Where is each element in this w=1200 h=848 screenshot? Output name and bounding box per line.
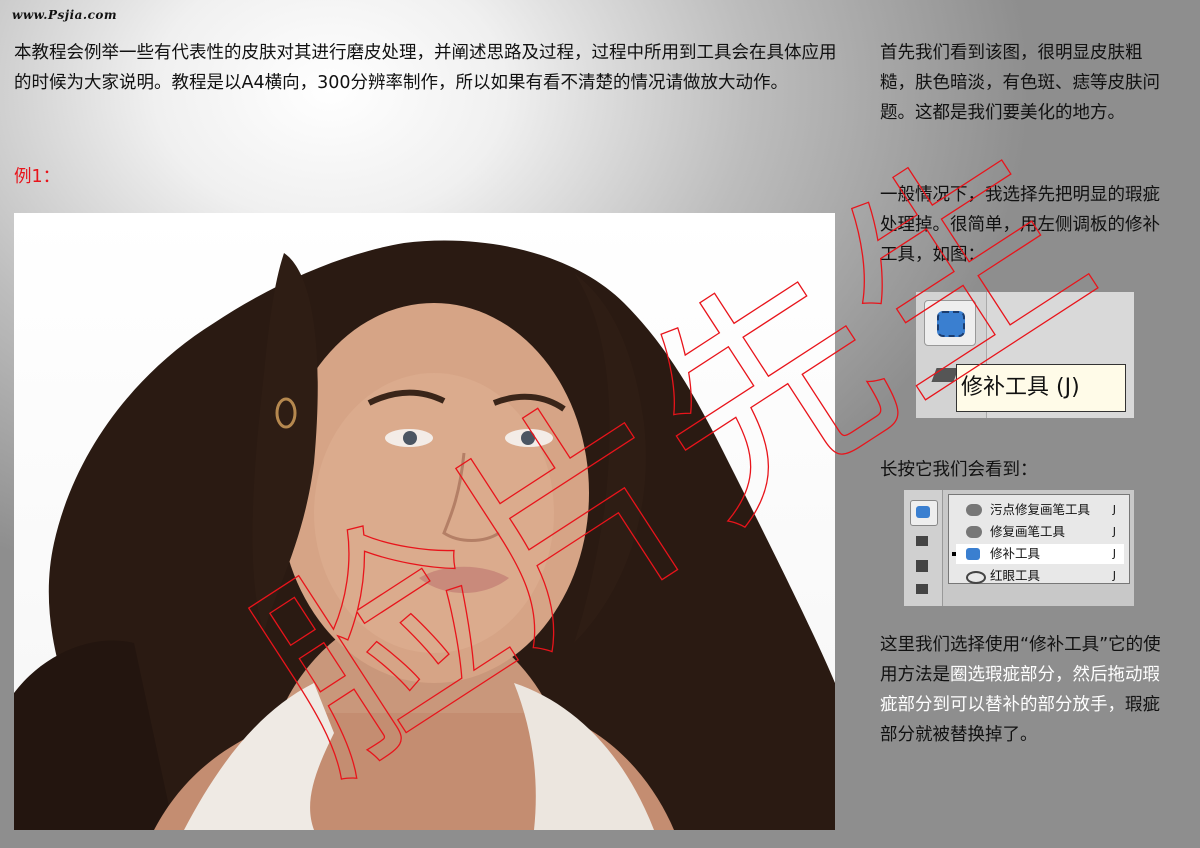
menu-item-patch[interactable]: 修补工具 J — [952, 544, 1124, 564]
patch-icon — [916, 506, 930, 518]
healing-brush-icon — [966, 526, 982, 538]
right-paragraph-1: 首先我们看到该图，很明显皮肤粗糙，肤色暗淡，有色斑、痣等皮肤问题。这都是我们要美… — [880, 43, 1160, 123]
patch-icon — [937, 311, 965, 337]
patch-icon — [966, 548, 980, 560]
menu-item-key: J — [1112, 503, 1116, 516]
menu-item-label: 污点修复画笔工具 — [990, 502, 1091, 517]
right-paragraph-3: 长按它我们会看到： — [880, 460, 1038, 480]
menu-item-spot-healing[interactable]: 污点修复画笔工具 J — [956, 500, 1124, 520]
tooltip-label: 修补工具 (J) — [961, 375, 1080, 400]
selected-marker — [952, 552, 956, 556]
brush-icon — [916, 536, 928, 546]
tooltip: 修补工具 (J) — [956, 364, 1126, 412]
tool-flyout-screenshot: 污点修复画笔工具 J 修复画笔工具 J 修补工具 J 红眼工具 J — [904, 490, 1134, 606]
menu-item-key: J — [1112, 525, 1116, 538]
menu-item-healing-brush[interactable]: 修复画笔工具 J — [956, 522, 1124, 542]
portrait-illustration — [14, 240, 835, 830]
red-eye-icon — [966, 571, 986, 584]
menu-item-red-eye[interactable]: 红眼工具 J — [956, 566, 1124, 586]
history-brush-icon — [916, 584, 928, 594]
right-paragraph-2: 一般情况下，我选择先把明显的瑕疵处理掉。很简单，用左侧调板的修补工具，如图： — [880, 185, 1160, 265]
portrait-photo — [14, 213, 835, 830]
patch-tool-button[interactable] — [924, 300, 976, 346]
example-label: 例1： — [14, 167, 61, 187]
menu-item-label: 修补工具 — [990, 546, 1041, 561]
intro-paragraph: 本教程会例举一些有代表性的皮肤对其进行磨皮处理，并阐述思路及过程，过程中所用到工… — [14, 43, 837, 93]
spot-healing-brush-icon — [966, 504, 982, 516]
site-url: www.Psjia.com — [12, 8, 118, 22]
stamp-icon — [916, 560, 928, 572]
patch-tool-screenshot: 修补工具 (J) — [916, 292, 1134, 418]
menu-item-label: 修复画笔工具 — [990, 524, 1066, 539]
patch-tool-button[interactable] — [910, 500, 938, 526]
right-paragraph-4: 这里我们选择使用“修补工具”它的使用方法是圈选瑕疵部分，然后拖动瑕疵部分到可以替… — [880, 630, 1170, 750]
menu-item-key: J — [1112, 547, 1116, 560]
menu-item-label: 红眼工具 — [990, 568, 1041, 583]
menu-item-key: J — [1112, 569, 1116, 582]
